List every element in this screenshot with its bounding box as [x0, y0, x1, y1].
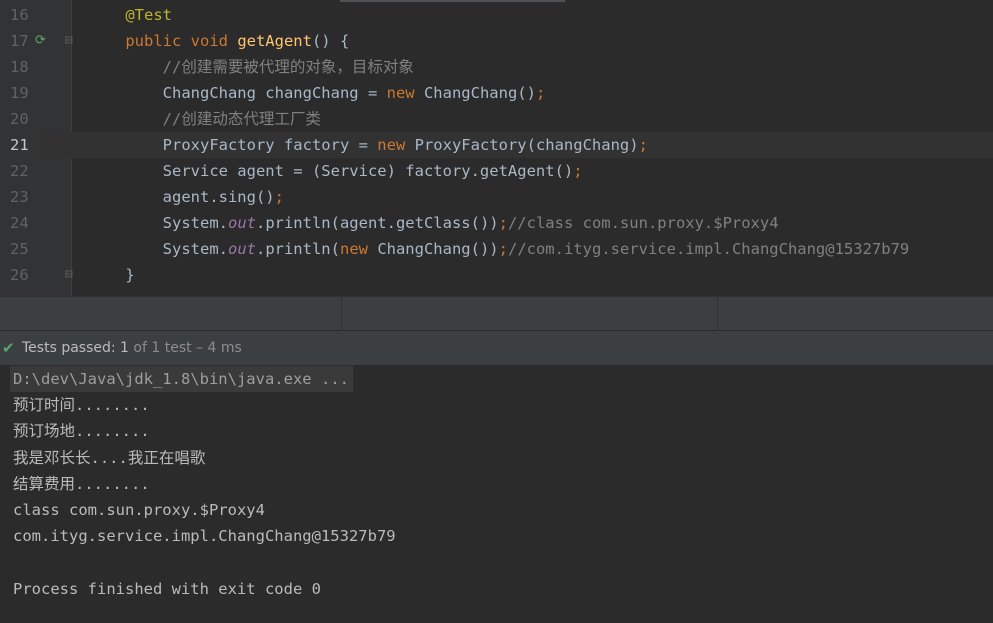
code-token: ;	[638, 136, 648, 154]
code-token: Service agent = (Service) factory.getAge…	[162, 162, 574, 180]
line-number[interactable]: 20	[0, 106, 40, 132]
code-text: System.out.println(agent.getClass());//c…	[88, 210, 779, 236]
code-token: @Test	[125, 6, 172, 24]
line-number[interactable]: 21	[0, 132, 40, 158]
test-status-text: Tests passed: 1 of 1 test – 4 ms	[22, 331, 242, 365]
code-text: //创建动态代理工厂类	[88, 106, 321, 132]
code-token: //创建需要被代理的对象，目标对象	[162, 58, 414, 76]
code-line[interactable]: 18 //创建需要被代理的对象，目标对象	[0, 54, 993, 80]
line-number[interactable]: 25	[0, 236, 40, 262]
code-token: ;	[535, 84, 546, 102]
code-text: Service agent = (Service) factory.getAge…	[88, 158, 583, 184]
line-number[interactable]: 22	[0, 158, 40, 184]
code-token: new	[386, 84, 424, 102]
console-line: 预订场地........	[13, 422, 150, 441]
test-status-suffix: of 1 test – 4 ms	[128, 340, 242, 356]
code-token: .println(agent.getClass())	[255, 214, 499, 232]
check-icon: ✔	[2, 339, 15, 357]
code-token: ;	[498, 240, 508, 258]
scrollbar-segment	[341, 297, 718, 330]
run-test-icon[interactable]: ⟳	[35, 28, 46, 54]
code-token: .println(	[255, 240, 340, 258]
code-token: getAgent	[237, 32, 312, 50]
code-line[interactable]: 19 ChangChang changChang = new ChangChan…	[0, 80, 993, 106]
fold-icon[interactable]: ⊟	[65, 262, 73, 288]
code-line[interactable]: 24 System.out.println(agent.getClass());…	[0, 210, 993, 236]
test-results-header: ✔ Tests passed: 1 of 1 test – 4 ms	[0, 330, 993, 365]
code-line[interactable]: 26 ⊟ }	[0, 262, 993, 288]
code-token: ;	[498, 214, 508, 232]
code-text: System.out.println(new ChangChang());//c…	[88, 236, 910, 262]
code-token: new	[377, 136, 415, 154]
console-command-line[interactable]: D:\dev\Java\jdk_1.8\bin\java.exe ...	[10, 366, 353, 392]
test-passed-count: 1	[120, 340, 129, 356]
code-token: out	[227, 214, 256, 232]
console-line: 预订时间........	[13, 396, 150, 415]
scrollbar-segment	[717, 297, 993, 330]
console-line: 我是邓长长....我正在唱歌	[13, 448, 206, 467]
code-line[interactable]: 22 Service agent = (Service) factory.get…	[0, 158, 993, 184]
code-token: ChangChang changChang =	[162, 84, 387, 102]
code-token: ;	[573, 162, 583, 180]
code-text: }	[88, 262, 135, 288]
code-line[interactable]: 21 ProxyFactory factory = new ProxyFacto…	[0, 132, 993, 158]
line-number[interactable]: 19	[0, 80, 40, 106]
code-line[interactable]: 23 agent.sing();	[0, 184, 993, 210]
horizontal-scrollbar[interactable]	[0, 296, 993, 330]
code-token: () {	[311, 32, 350, 50]
line-number[interactable]: 17	[0, 28, 40, 54]
console-line: class com.sun.proxy.$Proxy4	[13, 501, 265, 519]
code-token: System.	[162, 214, 228, 232]
code-token: System.	[162, 240, 228, 258]
code-text: ProxyFactory factory = new ProxyFactory(…	[88, 132, 648, 158]
code-token: }	[125, 266, 135, 284]
code-line[interactable]: 16 @Test	[0, 2, 993, 28]
console-line: 结算费用........	[13, 474, 150, 493]
line-number[interactable]: 23	[0, 184, 40, 210]
code-token: //class com.sun.proxy.$Proxy4	[507, 214, 779, 232]
code-token: //创建动态代理工厂类	[162, 110, 321, 128]
console-output[interactable]: D:\dev\Java\jdk_1.8\bin\java.exe ... 预订时间…	[0, 365, 993, 623]
code-token: public void	[125, 32, 238, 50]
code-token: new	[339, 240, 378, 258]
line-number[interactable]: 24	[0, 210, 40, 236]
code-text: //创建需要被代理的对象，目标对象	[88, 54, 414, 80]
line-number[interactable]: 26	[0, 262, 40, 288]
console-line: Process finished with exit code 0	[13, 579, 321, 598]
code-line[interactable]: 20 //创建动态代理工厂类	[0, 106, 993, 132]
test-status-prefix: Tests passed:	[22, 340, 121, 356]
code-text: @Test	[88, 2, 172, 28]
code-token: //com.ityg.service.impl.ChangChang@15327…	[507, 240, 910, 258]
code-token: ChangChang()	[423, 84, 536, 102]
code-text: public void getAgent() {	[88, 28, 349, 54]
line-number[interactable]: 16	[0, 2, 40, 28]
code-line[interactable]: 17 ⟳ ⊟ public void getAgent() {	[0, 28, 993, 54]
code-editor[interactable]: 16 @Test 17 ⟳ ⊟ public void getAgent() {18 …	[0, 0, 993, 296]
code-token: ProxyFactory factory =	[162, 136, 378, 154]
code-token: ChangChang())	[377, 240, 499, 258]
code-text: agent.sing();	[88, 184, 284, 210]
code-token: ;	[274, 188, 284, 206]
fold-icon[interactable]: ⊟	[65, 28, 73, 54]
console-line: com.ityg.service.impl.ChangChang@15327b7…	[13, 527, 396, 546]
code-token: ProxyFactory(changChang)	[414, 136, 639, 154]
code-text: ChangChang changChang = new ChangChang()…	[88, 80, 546, 106]
code-token: out	[227, 240, 256, 258]
code-line[interactable]: 25 System.out.println(new ChangChang());…	[0, 236, 993, 262]
line-number[interactable]: 18	[0, 54, 40, 80]
code-token: agent.sing()	[162, 188, 275, 206]
